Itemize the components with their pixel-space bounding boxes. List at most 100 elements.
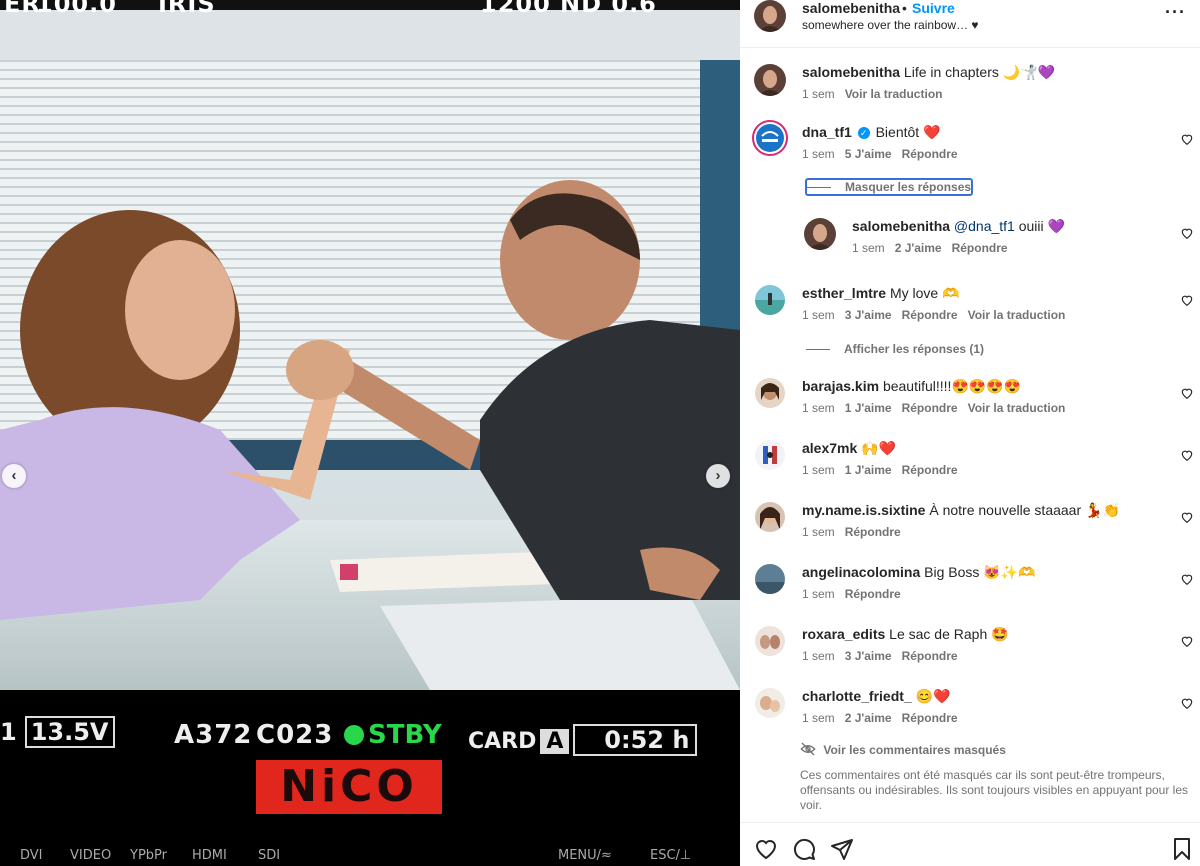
comment-time[interactable]: 1 sem [802,87,835,101]
save-icon[interactable] [1170,837,1194,861]
view-hidden-comments-button[interactable]: Voir les commentaires masqués [800,742,1006,757]
like-comment-icon[interactable] [1180,572,1194,586]
comment-likes[interactable]: 3 J'aime [845,649,892,663]
reply-button[interactable]: Répondre [902,649,958,663]
camera-hud-bottom: 1 13.5V A372 C023 STBY CARD A 0:52 h NiCO D… [0,690,740,866]
battery-readout: 1 13.5V [0,716,115,748]
comment-time[interactable]: 1 sem [802,525,835,539]
comment-username[interactable]: dna_tf1 [802,124,852,140]
comment-text: Bientôt ❤️ [875,124,941,140]
comment-username[interactable]: salomebenitha [802,64,900,80]
thread-line [806,349,830,350]
like-comment-icon[interactable] [1180,386,1194,400]
comment-text: Big Boss 😻✨🫶 [924,564,1036,580]
like-comment-icon[interactable] [1180,696,1194,710]
comment-likes[interactable]: 5 J'aime [845,147,892,161]
show-replies-label: Afficher les réponses (1) [844,342,985,356]
comment-text: ouiii 💜 [1018,218,1065,234]
comment-username[interactable]: salomebenitha [852,218,950,234]
reply-button[interactable]: Répondre [902,463,958,477]
hud-menu-label: DVI [20,848,43,863]
commenter-avatar[interactable] [755,285,785,315]
hide-replies-button[interactable]: Masquer les réponses [805,178,974,196]
commenter-avatar[interactable] [755,626,785,656]
comment-username[interactable]: alex7mk [802,440,857,456]
comment-username[interactable]: esther_lmtre [802,285,886,301]
commenter-avatar[interactable] [755,564,785,594]
see-translation-button[interactable]: Voir la traduction [845,87,943,101]
comment-username[interactable]: roxara_edits [802,626,885,642]
like-comment-icon[interactable] [1180,293,1194,307]
comment-text: Le sac de Raph 🤩 [889,626,1009,642]
comment-time[interactable]: 1 sem [802,463,835,477]
clip-number: C023 [256,720,334,750]
post-location[interactable]: somewhere over the rainbow… ♥ [802,18,979,32]
comment-username[interactable]: angelinacolomina [802,564,920,580]
comment-time[interactable]: 1 sem [802,308,835,322]
next-image-button[interactable]: › [706,464,730,488]
like-comment-icon[interactable] [1180,132,1194,146]
clip-reel: A372 [174,720,253,750]
reply-button[interactable]: Répondre [902,147,958,161]
card-slot: A [540,729,570,754]
comment-likes[interactable]: 1 J'aime [845,463,892,477]
more-options-icon[interactable]: ··· [1165,2,1186,23]
comment-likes[interactable]: 2 J'aime [895,241,942,255]
comment-time[interactable]: 1 sem [802,587,835,601]
commenter-avatar[interactable] [754,64,786,96]
status-text: STBY [368,720,442,750]
card-remaining: 0:52 h [573,724,698,756]
like-icon[interactable] [754,837,778,861]
comment-text: 🙌❤️ [861,440,897,456]
comment-likes[interactable]: 1 J'aime [845,401,892,415]
commenter-avatar[interactable] [755,502,785,532]
comment-time[interactable]: 1 sem [802,649,835,663]
commenter-avatar[interactable] [755,440,785,470]
comment-time[interactable]: 1 sem [802,711,835,725]
reply-button[interactable]: Répondre [845,587,901,601]
share-icon[interactable] [830,837,854,861]
reply-button[interactable]: Répondre [902,711,958,725]
comment-icon[interactable] [792,837,816,861]
record-status: STBY [344,720,442,750]
like-comment-icon[interactable] [1180,510,1194,524]
comment-time[interactable]: 1 sem [802,401,835,415]
commenter-avatar[interactable] [752,120,788,156]
like-comment-icon[interactable] [1180,226,1194,240]
status-dot-icon [344,725,364,745]
commenter-avatar[interactable] [755,688,785,718]
reply-button[interactable]: Répondre [845,525,901,539]
commenter-avatar[interactable] [804,218,836,250]
reply-button[interactable]: Répondre [952,241,1008,255]
commenter-avatar[interactable] [755,378,785,408]
comment-time[interactable]: 1 sem [802,147,835,161]
see-translation-button[interactable]: Voir la traduction [968,308,1066,322]
previous-image-button[interactable]: ‹ [2,464,26,488]
comment-text: Life in chapters 🌙🤺💜 [903,64,1056,80]
hud-value: ND 0.6 [560,0,657,18]
mention-link[interactable]: @dna_tf1 [954,218,1015,234]
hud-menu-label: MENU/≈ [558,848,612,863]
battery-voltage: 13.5V [24,716,115,748]
comment-username[interactable]: my.name.is.sixtine [802,502,925,518]
comment-text: My love 🫶 [889,285,960,301]
show-replies-button[interactable]: Afficher les réponses (1) [806,342,984,356]
author-avatar[interactable] [754,0,786,32]
author-username[interactable]: salomebenitha [802,0,900,16]
see-translation-button[interactable]: Voir la traduction [968,401,1066,415]
comment-username[interactable]: barajas.kim [802,378,879,394]
post-media[interactable]: ER 100.0 IRIS 1200 ND 0.6 ‹ › 1 13.5V A37… [0,0,740,866]
comment-likes[interactable]: 3 J'aime [845,308,892,322]
like-comment-icon[interactable] [1180,634,1194,648]
comments-panel: salomebenitha • Suivre somewhere over th… [740,0,1200,866]
verified-badge-icon: ✓ [857,127,870,139]
comment-username[interactable]: charlotte_friedt_ [802,688,912,704]
comment-likes[interactable]: 2 J'aime [845,711,892,725]
comment-text: 😊❤️ [915,688,951,704]
chevron-right-icon: › [715,467,721,484]
reply-button[interactable]: Répondre [902,401,958,415]
reply-button[interactable]: Répondre [902,308,958,322]
comment-time[interactable]: 1 sem [852,241,885,255]
follow-button[interactable]: Suivre [912,0,955,16]
like-comment-icon[interactable] [1180,448,1194,462]
